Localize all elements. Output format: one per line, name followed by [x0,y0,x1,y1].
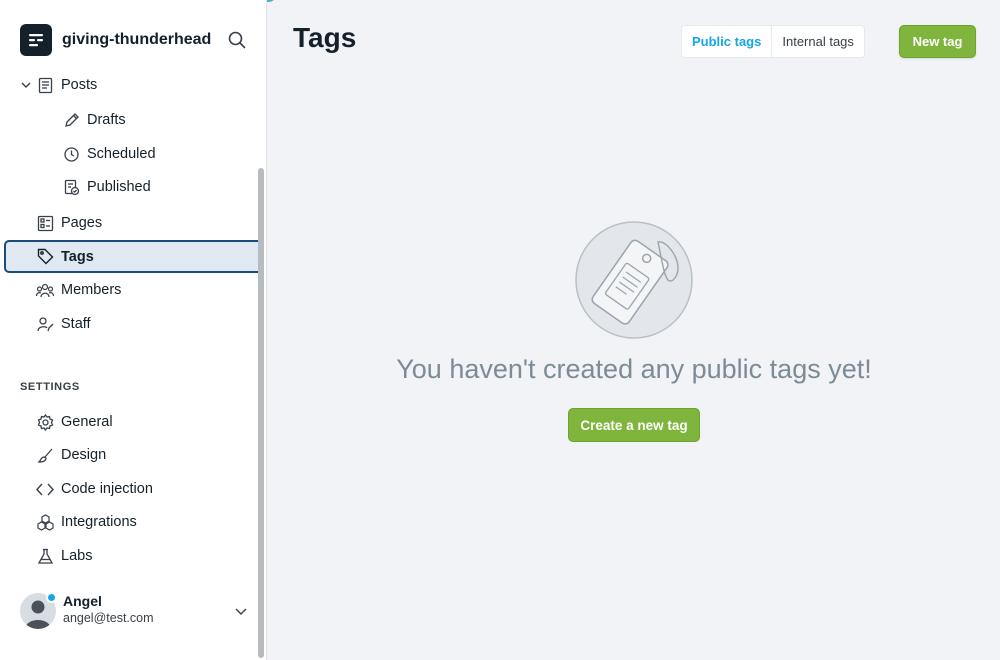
published-icon [62,178,80,196]
sidebar-item-general[interactable]: General [4,406,263,438]
new-tag-button[interactable]: New tag [899,25,976,58]
sidebar-item-posts[interactable]: Posts [4,69,263,101]
user-menu[interactable]: Angel angel@test.com [20,591,252,631]
user-email: angel@test.com [63,611,154,625]
online-status-dot [46,592,57,603]
sidebar-item-label: Published [87,179,151,195]
brand[interactable]: giving-thunderhead [20,24,211,56]
tag-type-toggle: Public tags Internal tags [681,25,865,58]
sidebar-item-label: Posts [61,77,98,93]
sidebar-item-label: Integrations [61,514,137,530]
sidebar-item-drafts[interactable]: Drafts [4,104,263,136]
site-name: giving-thunderhead [62,31,212,48]
brand-logo-icon [20,24,52,56]
empty-tags-illustration-icon [574,220,694,340]
code-icon [36,480,54,498]
sidebar-item-label: Scheduled [87,146,156,162]
empty-state-message: You haven't created any public tags yet! [396,354,872,384]
chevron-down-icon[interactable] [20,79,32,91]
sidebar-item-pages[interactable]: Pages [4,207,263,239]
gear-icon [36,413,54,431]
sidebar-item-label: Drafts [87,112,126,128]
staff-icon [36,315,54,333]
sidebar: giving-thunderhead Posts Drafts Schedule… [0,0,267,660]
sidebar-item-label: Design [61,447,107,463]
brush-icon [36,446,54,464]
sidebar-item-label: Pages [61,215,103,231]
tab-internal-tags[interactable]: Internal tags [771,26,864,57]
pages-icon [36,214,54,232]
settings-section-title: SETTINGS [20,381,80,393]
sidebar-item-scheduled[interactable]: Scheduled [4,138,263,170]
clock-icon [62,145,80,163]
user-name: Angel [63,593,102,609]
search-icon[interactable] [227,30,249,52]
sidebar-item-label: Code injection [61,481,153,497]
sidebar-scrollbar[interactable] [258,168,264,658]
sidebar-item-labs[interactable]: Labs [4,540,263,572]
integrations-icon [36,513,54,531]
sidebar-item-label: Labs [61,548,93,564]
sidebar-item-tags[interactable]: Tags [4,240,263,273]
sidebar-item-design[interactable]: Design [4,439,263,471]
chevron-down-icon[interactable] [234,605,248,623]
sidebar-item-staff[interactable]: Staff [4,308,263,340]
tab-public-tags[interactable]: Public tags [682,26,771,57]
sidebar-item-label: Staff [61,316,91,332]
members-icon [36,281,54,299]
flask-icon [36,547,54,565]
sidebar-item-label: Tags [61,248,94,265]
sidebar-item-code-injection[interactable]: Code injection [4,473,263,505]
create-new-tag-button[interactable]: Create a new tag [568,408,700,442]
posts-icon [36,76,54,94]
tag-icon [36,248,54,266]
sidebar-item-label: General [61,414,113,430]
sidebar-item-published[interactable]: Published [4,171,263,203]
sidebar-item-integrations[interactable]: Integrations [4,506,263,538]
sidebar-item-members[interactable]: Members [4,274,263,306]
sidebar-item-label: Members [61,282,122,298]
pencil-icon [62,111,80,129]
page-title: Tags [293,22,357,53]
